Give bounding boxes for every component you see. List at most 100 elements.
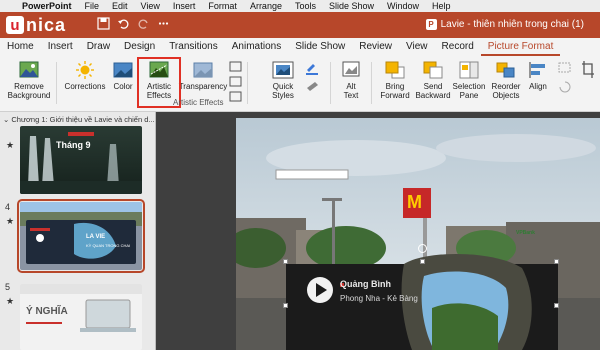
slide-number-5: 5: [5, 282, 11, 292]
menu-app-name[interactable]: PowerPoint: [22, 1, 72, 11]
menu-insert[interactable]: Insert: [173, 1, 196, 11]
quick-styles-button[interactable]: Quick Styles: [262, 60, 304, 100]
transparency-label: Transparency: [178, 82, 228, 91]
bring-forward-button[interactable]: Bring Forward: [375, 60, 415, 100]
color-picture-icon: [113, 62, 133, 78]
menu-help[interactable]: Help: [432, 1, 451, 11]
quick-styles-icon: [272, 61, 294, 79]
card-title: Quảng Bình: [340, 279, 391, 289]
tab-slide-show[interactable]: Slide Show: [288, 38, 352, 56]
powerpoint-window: PowerPoint File Edit View Insert Format …: [0, 0, 600, 350]
group-icon: [558, 62, 571, 93]
menu-file[interactable]: File: [85, 1, 100, 11]
save-icon[interactable]: [96, 17, 110, 31]
tab-view[interactable]: View: [399, 38, 435, 56]
resize-handle[interactable]: [420, 259, 425, 264]
laptop-thumbnail-image: [20, 284, 142, 350]
slide-thumbnail-5[interactable]: Ý NGHĨA: [20, 284, 142, 350]
mcdonalds-sign: M: [407, 192, 422, 212]
transparency-button[interactable]: Transparency: [178, 60, 228, 91]
transparency-icon: [193, 62, 213, 78]
tab-animations[interactable]: Animations: [225, 38, 288, 56]
reorder-objects-label: Reorder Objects: [491, 82, 521, 100]
slide-thumbnail-4[interactable]: LA VIE KỲ QUAN TRONG CHAI: [17, 199, 145, 273]
resize-handle[interactable]: [554, 303, 559, 308]
resize-handle[interactable]: [554, 259, 559, 264]
crop-icon: [582, 61, 594, 78]
resize-handle[interactable]: [283, 259, 288, 264]
menu-window[interactable]: Window: [387, 1, 419, 11]
tab-insert[interactable]: Insert: [41, 38, 80, 56]
resize-handle[interactable]: [283, 303, 288, 308]
corrections-button[interactable]: Corrections: [60, 60, 110, 91]
corrections-label: Corrections: [64, 82, 106, 91]
quick-access-toolbar: [96, 17, 170, 31]
group-rotate-buttons[interactable]: [556, 60, 574, 100]
quick-styles-label: Quick Styles: [272, 82, 294, 100]
menu-edit[interactable]: Edit: [112, 1, 128, 11]
align-button[interactable]: Align: [526, 60, 550, 91]
compress-pictures-button[interactable]: [228, 60, 242, 104]
menu-view[interactable]: View: [141, 1, 160, 11]
undo-icon[interactable]: [116, 17, 130, 31]
logo-word: nica: [26, 14, 67, 35]
selection-pane-button[interactable]: Selection Pane: [451, 60, 487, 100]
slide-number-4: 4: [5, 202, 11, 212]
remove-background-icon: [19, 61, 39, 78]
city-street-photo: [236, 118, 600, 350]
menu-arrange[interactable]: Arrange: [250, 1, 282, 11]
color-label: Color: [113, 82, 133, 91]
slide-thumbnail-3[interactable]: Tháng 9: [20, 126, 142, 194]
picture-tools-icon: [229, 61, 241, 102]
more-options-icon[interactable]: [156, 17, 170, 31]
sun-icon: [76, 61, 94, 79]
star-icon: ★: [6, 296, 15, 306]
star-icon: ★: [6, 140, 15, 150]
menu-tools[interactable]: Tools: [295, 1, 316, 11]
selection-pane-label: Selection Pane: [452, 82, 486, 100]
star-icon: ★: [6, 216, 15, 226]
crop-button[interactable]: [580, 60, 596, 80]
unica-logo: u nica: [6, 13, 66, 37]
document-title: P Lavie - thiên nhiên trong chai (1): [425, 19, 584, 30]
tab-draw[interactable]: Draw: [80, 38, 117, 56]
slide3-badge: Tháng 9: [56, 140, 91, 150]
color-button[interactable]: Color: [110, 60, 136, 91]
slide4-title: LA VIE: [86, 234, 106, 240]
tab-picture-format[interactable]: Picture Format: [480, 38, 561, 56]
send-backward-icon: [423, 61, 443, 79]
align-icon: [529, 62, 545, 78]
rotate-handle[interactable]: [418, 244, 427, 253]
tab-design[interactable]: Design: [117, 38, 162, 56]
bring-forward-icon: [385, 61, 405, 79]
picture-border-icon: [306, 64, 318, 91]
cave-thumbnail-image: [20, 202, 142, 270]
bank-sign: VPBank: [516, 230, 535, 236]
alt-text-button[interactable]: Alt Text: [336, 60, 366, 100]
picture-border-buttons[interactable]: [303, 60, 323, 100]
section-title: Chương 1: Giới thiệu về Lavie và chiến d…: [11, 115, 155, 124]
send-backward-label: Send Backward: [415, 82, 451, 100]
chevron-down-icon[interactable]: ⌄: [3, 115, 9, 124]
document-title-text: Lavie - thiên nhiên trong chai (1): [440, 19, 584, 30]
ribbon-separator: [247, 62, 248, 104]
tab-review[interactable]: Review: [352, 38, 399, 56]
remove-background-button[interactable]: Remove Background: [6, 60, 52, 100]
menu-format[interactable]: Format: [208, 1, 237, 11]
slide-thumbnail-panel[interactable]: ⌄ Chương 1: Giới thiệu về Lavie và chiến…: [0, 112, 155, 350]
redo-icon[interactable]: [136, 17, 150, 31]
current-slide[interactable]: Quảng Bình Phong Nha - Kẻ Bàng M VPBank: [236, 118, 600, 350]
reorder-objects-button[interactable]: Reorder Objects: [488, 60, 524, 100]
tab-transitions[interactable]: Transitions: [162, 38, 225, 56]
tab-home[interactable]: Home: [0, 38, 41, 56]
tab-record[interactable]: Record: [435, 38, 481, 56]
reorder-objects-icon: [496, 62, 515, 78]
logo-letter: u: [6, 16, 24, 34]
artistic-effects-tooltip: Artistic Effects: [173, 98, 224, 107]
section-header[interactable]: ⌄ Chương 1: Giới thiệu về Lavie và chiến…: [3, 115, 155, 124]
menu-slide-show[interactable]: Slide Show: [329, 1, 374, 11]
send-backward-button[interactable]: Send Backward: [413, 60, 453, 100]
alt-text-label: Alt Text: [343, 82, 359, 100]
waterfall-thumbnail-image: [20, 126, 142, 194]
selection-pane-icon: [459, 61, 479, 79]
